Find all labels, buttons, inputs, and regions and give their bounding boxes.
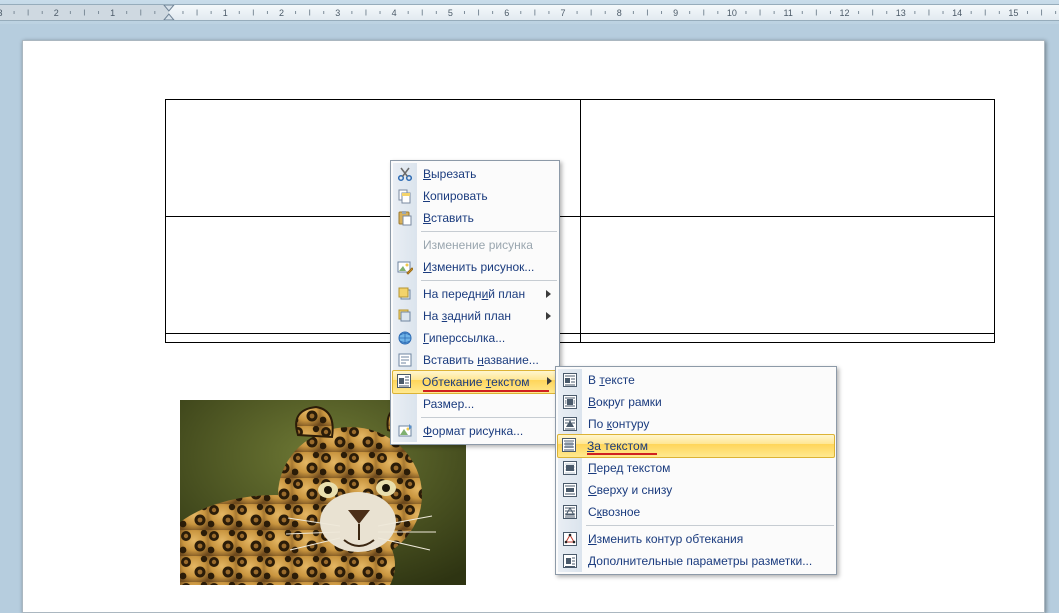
menu-item-label: Сквозное xyxy=(588,505,640,519)
paste-icon xyxy=(397,210,413,226)
submenu-text-wrapping[interactable]: В тексте Вокруг рамки По контуру За текстом… xyxy=(555,366,837,575)
menu-item-label: Дополнительные параметры разметки... xyxy=(588,554,812,568)
context-menu-item-4: Изменение рисунка xyxy=(393,234,557,256)
svg-text:8: 8 xyxy=(617,8,622,18)
chevron-right-icon xyxy=(546,290,551,298)
menu-separator xyxy=(421,231,557,232)
svg-text:7: 7 xyxy=(560,8,565,18)
menu-item-label: Гиперссылка... xyxy=(423,331,505,345)
svg-text:3: 3 xyxy=(335,8,340,18)
wrap-topbot-icon xyxy=(562,482,578,498)
svg-text:1: 1 xyxy=(223,8,228,18)
format-icon xyxy=(397,423,413,439)
wrap-more-icon xyxy=(562,553,578,569)
wrap-square-icon xyxy=(562,394,578,410)
svg-text:4: 4 xyxy=(392,8,397,18)
chevron-right-icon xyxy=(546,312,551,320)
menu-item-label: Перед текстом xyxy=(588,461,670,475)
back-icon xyxy=(397,308,413,324)
svg-text:14: 14 xyxy=(952,8,962,18)
context-menu-item-1[interactable]: Копировать xyxy=(393,185,557,207)
scissors-icon xyxy=(397,166,413,182)
context-menu-item-9[interactable]: Гиперссылка... xyxy=(393,327,557,349)
menu-item-label: Вставить xyxy=(423,211,474,225)
submenu-item-0[interactable]: В тексте xyxy=(558,369,834,391)
caption-icon xyxy=(397,352,413,368)
menu-item-label: По контуру xyxy=(588,417,649,431)
wrap-front-icon xyxy=(562,460,578,476)
wrap-icon xyxy=(396,373,412,389)
menu-item-label: Вокруг рамки xyxy=(588,395,662,409)
context-menu-item-12[interactable]: Размер... xyxy=(393,393,557,415)
menu-item-label: В тексте xyxy=(588,373,635,387)
svg-text:15: 15 xyxy=(1008,8,1018,18)
context-menu-item-11[interactable]: Обтекание текстом xyxy=(392,370,558,394)
menu-separator xyxy=(421,417,557,418)
svg-text:2: 2 xyxy=(279,8,284,18)
menu-item-label: На задний план xyxy=(423,309,511,323)
menu-item-label: Вставить название... xyxy=(423,353,539,367)
copy-icon xyxy=(397,188,413,204)
wrap-inline-icon xyxy=(562,372,578,388)
front-icon xyxy=(397,286,413,302)
submenu-item-1[interactable]: Вокруг рамки xyxy=(558,391,834,413)
svg-text:11: 11 xyxy=(784,8,793,18)
annotation-underline xyxy=(423,390,549,392)
svg-text:5: 5 xyxy=(448,8,453,18)
context-menu-item-5[interactable]: Изменить рисунок... xyxy=(393,256,557,278)
context-menu-item-10[interactable]: Вставить название... xyxy=(393,349,557,371)
context-menu[interactable]: Вырезать Копировать Вставить Изменение рису… xyxy=(390,160,560,445)
svg-text:1: 1 xyxy=(110,8,115,18)
svg-text:3: 3 xyxy=(0,8,3,18)
menu-item-label: Формат рисунка... xyxy=(423,424,523,438)
wrap-behind-icon xyxy=(561,437,577,453)
wrap-tight-icon xyxy=(562,416,578,432)
menu-item-label: Изменить контур обтекания xyxy=(588,532,743,546)
chevron-right-icon xyxy=(547,377,552,385)
menu-item-label: На передний план xyxy=(423,287,525,301)
submenu-item-4[interactable]: Перед текстом xyxy=(558,457,834,479)
svg-text:10: 10 xyxy=(727,8,737,18)
hyperlink-icon xyxy=(397,330,413,346)
context-menu-item-0[interactable]: Вырезать xyxy=(393,163,557,185)
menu-item-label: Размер... xyxy=(423,397,474,411)
editpic-icon xyxy=(397,259,413,275)
horizontal-ruler[interactable]: 32112345678910111213141516 xyxy=(0,4,1059,21)
menu-item-label: Обтекание текстом xyxy=(422,375,530,389)
wrap-through-icon xyxy=(562,504,578,520)
menu-item-label: Сверху и снизу xyxy=(588,483,672,497)
svg-text:9: 9 xyxy=(673,8,678,18)
menu-item-label: Копировать xyxy=(423,189,488,203)
wrap-edit-icon xyxy=(562,531,578,547)
menu-item-label: Вырезать xyxy=(423,167,476,181)
svg-text:13: 13 xyxy=(896,8,906,18)
menu-separator xyxy=(421,280,557,281)
submenu-item-5[interactable]: Сверху и снизу xyxy=(558,479,834,501)
context-menu-item-8[interactable]: На задний план xyxy=(393,305,557,327)
menu-item-label: Изменение рисунка xyxy=(423,238,533,252)
context-menu-item-14[interactable]: Формат рисунка... xyxy=(393,420,557,442)
svg-text:6: 6 xyxy=(504,8,509,18)
menu-separator xyxy=(586,525,834,526)
svg-text:2: 2 xyxy=(54,8,59,18)
blank-icon xyxy=(397,396,413,412)
menu-item-label: За текстом xyxy=(587,439,648,453)
annotation-underline xyxy=(587,453,657,455)
submenu-item-6[interactable]: Сквозное xyxy=(558,501,834,523)
page-table[interactable] xyxy=(165,99,995,343)
context-menu-item-2[interactable]: Вставить xyxy=(393,207,557,229)
ruler-area: 32112345678910111213141516 xyxy=(0,0,1059,24)
menu-item-label: Изменить рисунок... xyxy=(423,260,534,274)
blank-icon xyxy=(397,237,413,253)
svg-text:12: 12 xyxy=(839,8,849,18)
submenu-item-8[interactable]: Изменить контур обтекания xyxy=(558,528,834,550)
submenu-item-3[interactable]: За текстом xyxy=(557,434,835,458)
submenu-item-9[interactable]: Дополнительные параметры разметки... xyxy=(558,550,834,572)
context-menu-item-7[interactable]: На передний план xyxy=(393,283,557,305)
submenu-item-2[interactable]: По контуру xyxy=(558,413,834,435)
